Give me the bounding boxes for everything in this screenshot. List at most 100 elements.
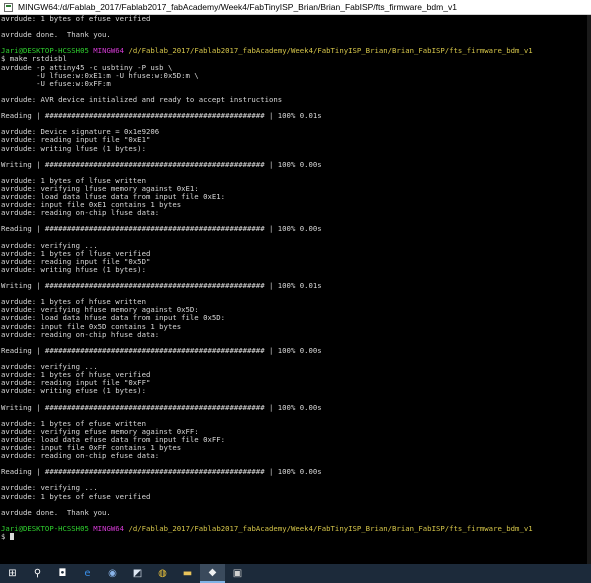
line-text: avrdude: verifying efuse memory against …	[1, 427, 199, 436]
terminal-line: Writing | ##############################…	[1, 404, 591, 412]
terminal-line: avrdude: reading on-chip lfuse data:	[1, 209, 591, 217]
line-text: avrdude: input file 0xE1 contains 1 byte…	[1, 201, 182, 210]
line-text: avrdude: reading on-chip efuse data:	[1, 452, 160, 461]
taskbar-item[interactable]: ▣	[225, 564, 250, 583]
line-text: Writing | ##############################…	[1, 160, 322, 169]
line-text: avrdude: reading input file "0xFF"	[1, 379, 151, 388]
taskbar-item[interactable]: ◉	[100, 564, 125, 583]
terminal-line: avrdude: 1 bytes of hfuse written	[1, 298, 591, 306]
line-text: avrdude: 1 bytes of efuse verified	[1, 15, 151, 23]
terminal-line: $ make rstdisbl	[1, 55, 591, 63]
line-text: Reading | ##############################…	[1, 112, 322, 121]
terminal-line: avrdude: input file 0xFF contains 1 byte…	[1, 444, 591, 452]
terminal-line: avrdude: Device signature = 0x1e9206	[1, 128, 591, 136]
line-text: avrdude: input file 0xFF contains 1 byte…	[1, 443, 182, 452]
taskbar-item[interactable]: ◘	[50, 564, 75, 583]
prompt-segment: /d/Fablab_2017/Fablab2017_fabAcademy/Wee…	[128, 524, 533, 533]
terminal-line: avrdude: load data lfuse data from input…	[1, 193, 591, 201]
window-title-bar[interactable]: MINGW64:/d/Fablab_2017/Fablab2017_fabAca…	[0, 0, 591, 15]
terminal-line: Writing | ##############################…	[1, 161, 591, 169]
prompt-segment: /d/Fablab_2017/Fablab2017_fabAcademy/Wee…	[128, 47, 533, 56]
terminal-line: avrdude: reading on-chip efuse data:	[1, 452, 591, 460]
terminal-line: Jari@DESKTOP-HCSSH05 MINGW64 /d/Fablab_2…	[1, 47, 591, 55]
prompt-segment: Jari@DESKTOP-HCSSH05	[1, 524, 89, 533]
terminal-line: avrdude: 1 bytes of lfuse verified	[1, 250, 591, 258]
terminal-line: -U efuse:w:0xFF:m	[1, 80, 591, 88]
line-text: avrdude: input file 0x5D contains 1 byte…	[1, 322, 182, 331]
line-text: avrdude: 1 bytes of lfuse written	[1, 176, 146, 185]
taskbar-item[interactable]: e	[75, 564, 100, 583]
terminal-line: avrdude: load data efuse data from input…	[1, 436, 591, 444]
chrome-icon: ◍	[158, 567, 167, 579]
windows-taskbar: ⊞ ⚲ ◘ e ◉ ◩ ◍ ▬ ◆ ▣	[0, 564, 591, 583]
line-text: $	[1, 533, 10, 541]
taskbar-item[interactable]: ◆	[200, 564, 225, 583]
terminal-line: avrdude: input file 0xE1 contains 1 byte…	[1, 201, 591, 209]
start-button-windows-icon: ⊞	[8, 567, 17, 579]
usb-device-icon: ▣	[232, 567, 243, 579]
taskbar-item[interactable]: ▬	[175, 564, 200, 583]
terminal-line: avrdude: 1 bytes of efuse verified	[1, 493, 591, 501]
terminal-window-icon	[4, 2, 13, 12]
text-cursor	[9, 533, 14, 540]
terminal-scrollbar[interactable]	[587, 15, 591, 564]
line-text: avrdude done. Thank you.	[1, 508, 111, 517]
terminal-line: Reading | ##############################…	[1, 468, 591, 476]
prompt-segment: MINGW64	[93, 524, 125, 533]
terminal-lines: avrdude: 1 bytes of efuse verified avrdud…	[0, 15, 591, 541]
terminal-app-icon: ◩	[132, 567, 143, 579]
terminal-line: avrdude: writing efuse (1 bytes):	[1, 387, 591, 395]
line-text: Reading | ##############################…	[1, 225, 322, 234]
line-text: avrdude: verifying hfuse memory against …	[1, 306, 199, 315]
terminal-line: avrdude: input file 0x5D contains 1 byte…	[1, 323, 591, 331]
line-text: Writing | ##############################…	[1, 282, 322, 291]
git-bash-icon: ◆	[208, 566, 217, 578]
line-text: avrdude: 1 bytes of efuse written	[1, 419, 146, 428]
file-explorer-icon: ▬	[182, 567, 193, 579]
terminal-line: Writing | ##############################…	[1, 282, 591, 290]
line-text: avrdude: reading input file "0xE1"	[1, 136, 151, 145]
line-text: avrdude: 1 bytes of hfuse verified	[1, 371, 151, 380]
search-icon: ⚲	[33, 567, 42, 579]
line-text: avrdude: verifying ...	[1, 363, 98, 372]
terminal-line: avrdude: writing lfuse (1 bytes):	[1, 145, 591, 153]
terminal-line: avrdude: verifying ...	[1, 363, 591, 371]
line-text: avrdude: AVR device initialized and read…	[1, 95, 283, 104]
terminal-line: $	[1, 533, 591, 541]
terminal-output[interactable]: avrdude: 1 bytes of efuse verified avrdud…	[0, 15, 591, 564]
taskbar-item[interactable]: ⊞	[0, 564, 25, 583]
terminal-line: avrdude: AVR device initialized and read…	[1, 96, 591, 104]
line-text: Reading | ##############################…	[1, 468, 322, 477]
terminal-line: Jari@DESKTOP-HCSSH05 MINGW64 /d/Fablab_2…	[1, 525, 591, 533]
taskbar-item[interactable]: ◩	[125, 564, 150, 583]
line-text: avrdude: 1 bytes of lfuse verified	[1, 249, 151, 258]
terminal-line: avrdude: verifying hfuse memory against …	[1, 306, 591, 314]
taskbar-item[interactable]: ◍	[150, 564, 175, 583]
line-text: avrdude: Device signature = 0x1e9206	[1, 128, 160, 137]
line-text: avrdude: reading on-chip lfuse data:	[1, 209, 160, 218]
terminal-line: avrdude: reading input file "0xE1"	[1, 136, 591, 144]
line-text: avrdude: reading input file "0x5D"	[1, 257, 151, 266]
line-text: Writing | ##############################…	[1, 403, 322, 412]
terminal-line: avrdude: 1 bytes of efuse verified	[1, 15, 591, 23]
taskbar-item[interactable]: ⚲	[25, 564, 50, 583]
line-text: avrdude: verifying ...	[1, 484, 98, 493]
app-icon: ◉	[108, 567, 117, 579]
line-text: avrdude done. Thank you.	[1, 31, 111, 40]
line-text: avrdude: reading on-chip hfuse data:	[1, 330, 160, 339]
terminal-line: avrdude: load data hfuse data from input…	[1, 314, 591, 322]
